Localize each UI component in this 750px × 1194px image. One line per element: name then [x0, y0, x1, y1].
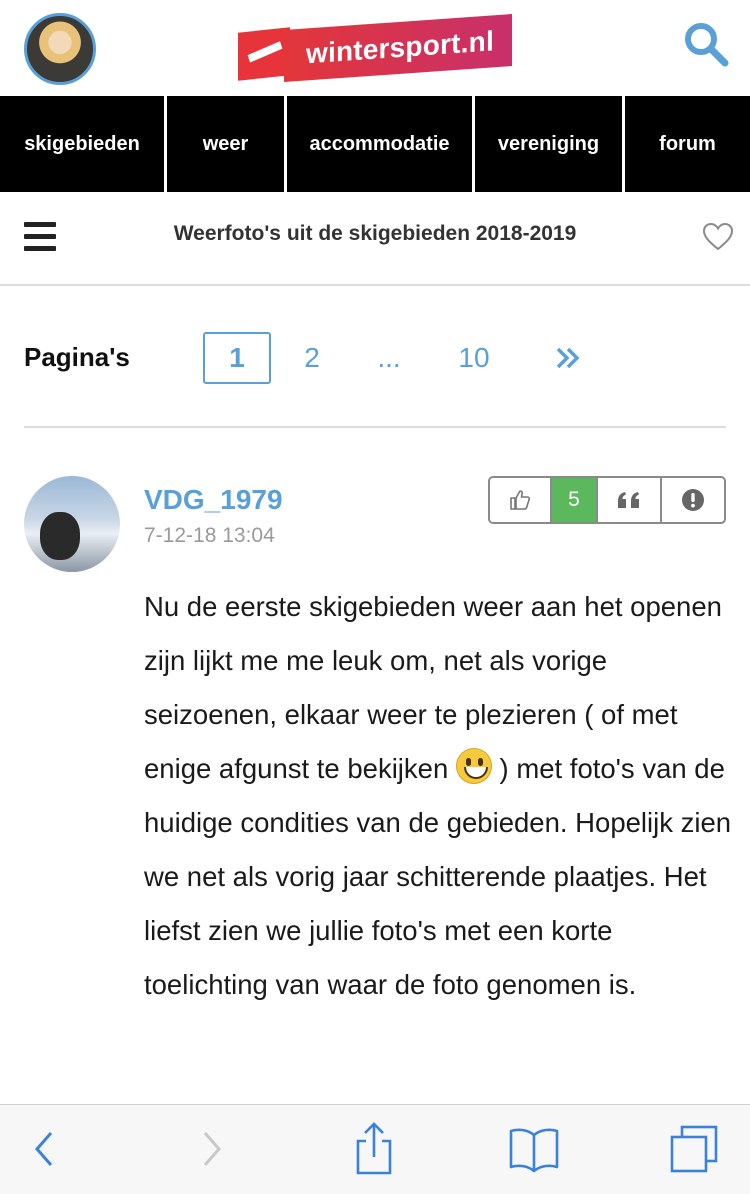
thumbs-up-icon[interactable]: [490, 478, 552, 522]
logo-text: wintersport.nl: [284, 14, 512, 82]
top-header: wintersport.nl: [0, 0, 750, 96]
page-2-link[interactable]: 2: [290, 332, 334, 384]
user-avatar[interactable]: [24, 13, 96, 85]
bookmarks-icon[interactable]: [504, 1119, 564, 1179]
share-icon[interactable]: [344, 1119, 404, 1179]
wintersport-logo[interactable]: wintersport.nl: [236, 14, 514, 82]
post-body-text-2: ) met foto's van de huidige condities va…: [144, 753, 732, 1000]
thread-title-bar: Weerfoto's uit de skigebieden 2018-2019: [0, 192, 750, 286]
double-chevron-right-icon[interactable]: [548, 332, 588, 384]
page-ellipsis: ...: [377, 342, 401, 373]
nav-item-forum[interactable]: forum: [625, 96, 750, 192]
report-icon[interactable]: [662, 478, 724, 522]
search-icon[interactable]: [682, 20, 730, 68]
page-1-current[interactable]: 1: [203, 332, 271, 384]
logo-mark-icon: [238, 27, 290, 81]
post-actions: 5: [488, 476, 726, 524]
post-body: Nu de eerste skigebieden weer aan het op…: [144, 580, 734, 1012]
pagination: Pagina's 1 2 ... 10: [24, 330, 726, 386]
nav-item-weer[interactable]: weer: [167, 96, 287, 192]
browser-toolbar: [0, 1104, 750, 1194]
hamburger-icon[interactable]: [24, 222, 56, 252]
main-nav: skigebieden weer accommodatie vereniging…: [0, 96, 750, 192]
forward-icon[interactable]: [182, 1119, 242, 1179]
tabs-icon[interactable]: [664, 1119, 724, 1179]
like-count: 5: [552, 478, 598, 522]
smiley-emoji-icon: [455, 748, 492, 784]
pagination-label: Pagina's: [24, 342, 130, 372]
heart-icon[interactable]: [702, 222, 734, 252]
quote-icon[interactable]: [598, 478, 662, 522]
post-author-avatar[interactable]: [24, 476, 120, 572]
nav-item-vereniging[interactable]: vereniging: [475, 96, 625, 192]
page-10-link[interactable]: 10: [448, 332, 500, 384]
post-username[interactable]: VDG_1979: [144, 484, 283, 516]
nav-item-skigebieden[interactable]: skigebieden: [0, 96, 167, 192]
post-date: 7-12-18 13:04: [144, 524, 275, 547]
thread-title: Weerfoto's uit de skigebieden 2018-2019: [173, 222, 577, 245]
nav-item-accommodatie[interactable]: accommodatie: [287, 96, 475, 192]
back-icon[interactable]: [14, 1119, 74, 1179]
section-divider: [24, 426, 726, 428]
